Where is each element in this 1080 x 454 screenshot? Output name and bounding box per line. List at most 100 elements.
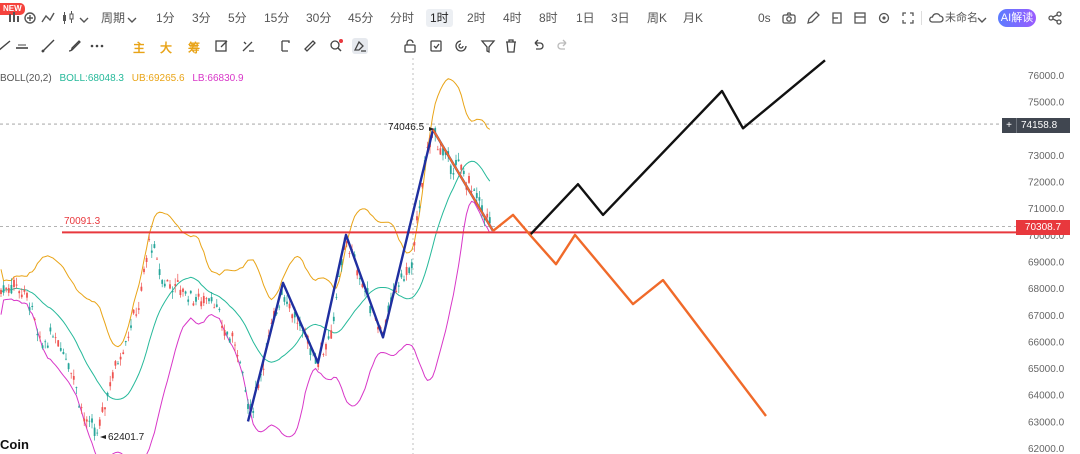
zoom-icon[interactable] bbox=[328, 38, 344, 54]
interval-timeline[interactable]: 分时 bbox=[390, 9, 414, 27]
ub-value: UB:69265.6 bbox=[131, 73, 185, 84]
candle-body bbox=[192, 303, 195, 306]
cursor-icon[interactable] bbox=[278, 38, 294, 54]
share-icon[interactable] bbox=[1047, 10, 1063, 26]
candle-body bbox=[111, 372, 114, 379]
ray-line-icon[interactable] bbox=[40, 38, 56, 54]
note-icon[interactable] bbox=[829, 10, 845, 26]
interval-5m[interactable]: 5分 bbox=[228, 9, 247, 27]
candle-body bbox=[5, 287, 8, 289]
more-tools-icon[interactable] bbox=[89, 38, 105, 54]
candle-body bbox=[202, 296, 205, 304]
candle-body bbox=[327, 336, 330, 339]
trend-line-icon[interactable] bbox=[0, 38, 12, 54]
price-chart[interactable]: 76000.075000.074000.073000.072000.071000… bbox=[0, 58, 1080, 454]
current-price-value: 74158.8 bbox=[1021, 120, 1058, 131]
chart-type-icon[interactable] bbox=[6, 10, 22, 26]
candle-body bbox=[325, 344, 327, 350]
candle-style-icon[interactable] bbox=[60, 10, 76, 26]
candle-body bbox=[418, 206, 421, 209]
candle-body bbox=[416, 216, 418, 221]
interval-30m[interactable]: 30分 bbox=[306, 9, 331, 27]
period-selector[interactable]: 周期 bbox=[101, 9, 125, 27]
lock-icon[interactable] bbox=[402, 38, 418, 54]
main-force-toggle[interactable]: 主 bbox=[133, 39, 145, 56]
horizontal-ray-icon[interactable] bbox=[14, 38, 30, 54]
interval-3d[interactable]: 3日 bbox=[611, 9, 630, 27]
candle-body bbox=[234, 344, 236, 346]
y-tick-label: 69000.0 bbox=[1028, 258, 1065, 269]
interval-15m[interactable]: 15分 bbox=[264, 9, 289, 27]
interval-2h[interactable]: 2时 bbox=[467, 9, 486, 27]
current-price-tag[interactable]: +74158.8 bbox=[1002, 118, 1070, 133]
interval-3m[interactable]: 3分 bbox=[192, 9, 211, 27]
candle-body bbox=[322, 354, 325, 355]
chevron-down-icon[interactable] bbox=[76, 12, 92, 28]
candle-body bbox=[114, 361, 117, 366]
magnet-icon[interactable] bbox=[352, 38, 368, 54]
candle-body bbox=[400, 273, 403, 278]
candle-body bbox=[145, 257, 148, 263]
cloud-icon[interactable] bbox=[928, 10, 944, 26]
undo-icon[interactable] bbox=[530, 38, 546, 54]
interval-1w[interactable]: 周K bbox=[647, 9, 667, 27]
interval-1m[interactable]: 1分 bbox=[156, 9, 175, 27]
candle-body bbox=[122, 352, 125, 355]
ai-analysis-button[interactable]: AI解读 bbox=[998, 9, 1036, 27]
support-price-tag: 70308.7 bbox=[1016, 220, 1070, 235]
candle-body bbox=[247, 403, 249, 409]
settings-icon[interactable] bbox=[876, 10, 892, 26]
candle-body bbox=[421, 183, 424, 187]
add-alert-icon[interactable]: + bbox=[1002, 118, 1017, 133]
candle-body bbox=[405, 266, 408, 275]
edit-icon[interactable] bbox=[214, 38, 230, 54]
ruler-icon[interactable] bbox=[302, 38, 318, 54]
candle-body bbox=[213, 307, 216, 309]
camera-icon[interactable] bbox=[781, 10, 797, 26]
candle-body bbox=[96, 432, 99, 434]
pencil-icon[interactable] bbox=[805, 10, 821, 26]
candle-body bbox=[244, 390, 247, 392]
visibility-icon[interactable] bbox=[428, 38, 444, 54]
interval-1h[interactable]: 1时 bbox=[426, 9, 453, 27]
layout-icon[interactable] bbox=[852, 10, 868, 26]
big-order-toggle[interactable]: 大 bbox=[160, 39, 172, 56]
brush-icon[interactable] bbox=[66, 38, 82, 54]
eraser-icon[interactable] bbox=[240, 38, 256, 54]
candle-body bbox=[486, 213, 489, 218]
interval-4h[interactable]: 4时 bbox=[503, 9, 522, 27]
candle-body bbox=[2, 285, 5, 293]
candle-body bbox=[88, 420, 91, 422]
candle-body bbox=[288, 303, 291, 309]
candle-body bbox=[462, 170, 465, 175]
candle-body bbox=[26, 292, 28, 298]
interval-45m[interactable]: 45分 bbox=[348, 9, 373, 27]
replay-timer[interactable]: 0s bbox=[758, 9, 771, 27]
favorite-icon[interactable] bbox=[453, 38, 469, 54]
redo-icon[interactable] bbox=[555, 38, 571, 54]
candle-body bbox=[171, 290, 174, 293]
candle-body bbox=[57, 340, 60, 347]
indicators-icon[interactable] bbox=[40, 10, 56, 26]
candle-body bbox=[150, 250, 153, 253]
candle-body bbox=[23, 289, 26, 292]
filter-icon[interactable] bbox=[480, 38, 496, 54]
chip-distribution-toggle[interactable]: 筹 bbox=[188, 39, 200, 56]
y-tick-label: 76000.0 bbox=[1028, 71, 1065, 82]
delete-icon[interactable] bbox=[503, 38, 519, 54]
candle-body bbox=[197, 293, 200, 297]
candle-body bbox=[439, 148, 442, 155]
interval-1mo[interactable]: 月K bbox=[683, 9, 703, 27]
candle-body bbox=[163, 283, 166, 287]
candle-body bbox=[468, 176, 470, 183]
fullscreen-icon[interactable] bbox=[900, 10, 916, 26]
candle-body bbox=[156, 258, 158, 260]
interval-8h[interactable]: 8时 bbox=[539, 9, 558, 27]
interval-1d[interactable]: 1日 bbox=[576, 9, 595, 27]
compare-icon[interactable] bbox=[22, 10, 38, 26]
y-tick-label: 63000.0 bbox=[1028, 417, 1065, 428]
layout-chevron-icon[interactable] bbox=[974, 12, 990, 28]
indicator-name[interactable]: BOLL(20,2) bbox=[0, 73, 52, 84]
period-chevron-icon[interactable] bbox=[124, 12, 140, 28]
bullish-projection-line bbox=[529, 59, 826, 236]
